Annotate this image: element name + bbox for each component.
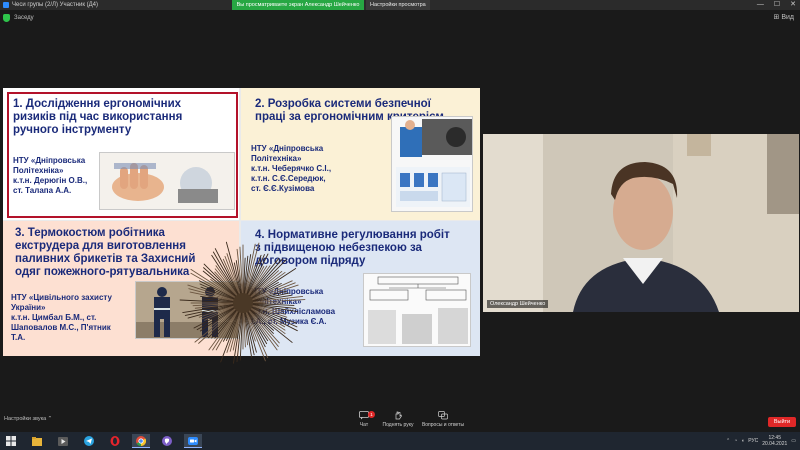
hand-tool-image (99, 152, 235, 210)
wifi-icon[interactable]: ◔ (734, 438, 737, 444)
volume-icon[interactable]: ◖ (741, 438, 744, 444)
minimize-button[interactable]: — (757, 0, 764, 10)
media-icon[interactable] (54, 434, 72, 448)
meeting-toolbar: Настройки звука ⌃ Чат 1 Поднять руку Воп… (0, 408, 800, 432)
participant-video[interactable] (483, 134, 799, 312)
q3-authors: НТУ «Цивільного захисту України» к.т.н. … (11, 293, 112, 342)
zoom-window: Чеси групы (2/Л) Участник (Д4) Вы просма… (0, 0, 800, 450)
window-title: Чеси групы (2/Л) Участник (Д4) (12, 2, 99, 8)
regulation-diagram-image (363, 273, 471, 347)
quadrant-2: 2. Розробка системи безпечної праці за е… (241, 88, 480, 220)
shield-icon[interactable] (3, 14, 10, 22)
shared-screen-slide: 1. Дослідження ергономічних ризиків під … (3, 88, 480, 364)
tray-up-icon[interactable]: ⌃ (726, 438, 730, 444)
q3-title: 3. Термокостюм робітника екструдера для … (15, 227, 196, 278)
maximize-button[interactable]: ☐ (774, 0, 780, 10)
leave-button[interactable]: Выйти (768, 417, 796, 427)
qa-label: Вопросы и ответы (421, 422, 465, 428)
system-tray: ⌃ ◔ ◖ РУС 12:45 20.04.2021 ▭ (726, 432, 796, 450)
chat-label: Чат (359, 422, 369, 428)
meeting-info-row: Заседу ⊞ Вид (0, 10, 800, 26)
audio-settings[interactable]: Настройки звука ⌃ (4, 416, 52, 422)
quadrant-1: 1. Дослідження ергономічних ризиків під … (3, 88, 239, 220)
worker-ergonomics-image (391, 116, 473, 212)
zoom-taskbar-icon[interactable] (184, 434, 202, 448)
viber-icon[interactable] (158, 434, 176, 448)
screen-share-banner: Вы просматриваете экран Александр Шейчен… (232, 0, 364, 10)
chat-badge: 1 (368, 411, 375, 418)
windows-start-icon[interactable] (2, 434, 20, 448)
windows-taskbar: ⌃ ◔ ◖ РУС 12:45 20.04.2021 ▭ (0, 432, 800, 450)
participant-name: Олександр Шейченко (487, 300, 549, 308)
meeting-info-label[interactable]: Заседу (14, 10, 34, 26)
view-options-dropdown[interactable]: Настройки просмотра ⌄ (366, 0, 430, 18)
annotation-burst (179, 241, 306, 364)
hand-icon (395, 411, 402, 420)
qa-button[interactable]: Вопросы и ответы (418, 411, 468, 428)
opera-icon[interactable] (106, 434, 124, 448)
window-controls: — ☐ ✕ (757, 0, 796, 10)
q1-authors: НТУ «Дніпровська Політехніка» к.т.н. Дер… (13, 156, 88, 195)
qa-icon (438, 411, 448, 420)
title-bar: Чеси групы (2/Л) Участник (Д4) Вы просма… (0, 0, 800, 18)
clock[interactable]: 12:45 20.04.2021 (762, 435, 787, 447)
chrome-icon[interactable] (132, 434, 150, 448)
language-indicator[interactable]: РУС (748, 438, 758, 444)
notifications-icon[interactable]: ▭ (791, 438, 796, 444)
q2-authors: НТУ «Дніпровська Політехніка» к.т.н. Чеб… (251, 144, 332, 193)
zoom-app-icon (3, 2, 9, 8)
view-button[interactable]: ⊞ Вид (774, 10, 794, 26)
raise-hand-label: Поднять руку (382, 422, 414, 428)
raise-hand-button[interactable]: Поднять руку (376, 411, 420, 428)
q1-title: 1. Дослідження ергономічних ризиків під … (13, 98, 183, 136)
close-button[interactable]: ✕ (790, 0, 796, 10)
telegram-icon[interactable] (80, 434, 98, 448)
explorer-icon[interactable] (28, 434, 46, 448)
